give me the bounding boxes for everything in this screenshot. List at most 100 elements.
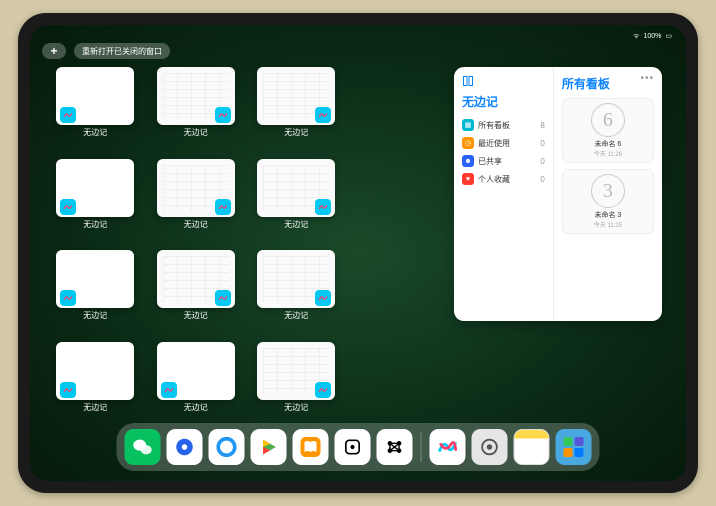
thumbnail-preview [56, 159, 134, 217]
sidebar-item-count: 0 [540, 175, 544, 184]
grid-icon: ▦ [462, 119, 474, 131]
more-icon[interactable]: ••• [640, 73, 654, 84]
thumbnail-preview [157, 250, 235, 308]
dock-app-wechat[interactable] [125, 429, 161, 465]
sidebar-item-count: 0 [540, 139, 544, 148]
sidebar-icon [462, 75, 474, 87]
dock-app-folder[interactable] [556, 429, 592, 465]
freeform-app-icon [315, 199, 331, 215]
ipad-frame: ᯤ 100% ▭ + 重新打开已关闭的窗口 无边记无边记无边记无边记无边记无边记… [18, 13, 698, 493]
status-right: ᯤ 100% ▭ [633, 32, 672, 41]
freeform-app-icon [215, 290, 231, 306]
thumbnail-preview [257, 342, 335, 400]
freeform-app-icon [215, 107, 231, 123]
thumbnail-preview [157, 342, 235, 400]
battery-icon: ▭ [665, 32, 672, 40]
freeform-app-icon [215, 199, 231, 215]
clock-icon: ◷ [462, 137, 474, 149]
dock-app-books[interactable] [293, 429, 329, 465]
thumbnail-label: 无边记 [83, 402, 107, 413]
main-area: 无边记无边记无边记无边记无边记无边记无边记无边记无边记无边记无边记无边记 •••… [54, 67, 662, 421]
sidebar-item-clock[interactable]: ◷ 最近使用 0 [462, 134, 545, 152]
sidebar-item-grid[interactable]: ▦ 所有看板 8 [462, 116, 545, 134]
board-thumbnail: 6 [591, 103, 625, 137]
dock-app-play[interactable] [251, 429, 287, 465]
board-card[interactable]: 6 未命名 6今天 11:26 [562, 98, 654, 163]
window-thumbnail[interactable]: 无边记 [155, 159, 238, 239]
thumbnail-preview [157, 159, 235, 217]
sidebar-item-label: 最近使用 [478, 138, 510, 149]
dock [117, 423, 600, 471]
board-time: 今天 11:25 [594, 220, 622, 229]
reopen-closed-window-button[interactable]: 重新打开已关闭的窗口 [74, 43, 170, 59]
sidebar-item-heart[interactable]: ♥ 个人收藏 0 [462, 170, 545, 188]
window-thumbnail[interactable]: 无边记 [155, 67, 238, 147]
sidebar-item-label: 个人收藏 [478, 174, 510, 185]
thumbnail-label: 无边记 [284, 310, 308, 321]
dock-app-settings[interactable] [472, 429, 508, 465]
board-name: 未命名 3 [594, 210, 621, 220]
dock-app-hex[interactable] [377, 429, 413, 465]
window-thumbnail[interactable]: 无边记 [255, 67, 338, 147]
window-thumbnail[interactable]: 无边记 [255, 159, 338, 239]
thumbnail-preview [257, 250, 335, 308]
thumbnail-label: 无边记 [83, 219, 107, 230]
board-card[interactable]: 3 未命名 3今天 11:25 [562, 169, 654, 234]
thumbnail-label: 无边记 [184, 310, 208, 321]
panel-sidebar: 无边记 ▦ 所有看板 8 ◷ 最近使用 0 ☻ 已共享 0 ♥ 个人收藏 0 [454, 67, 554, 321]
board-thumbnail: 3 [591, 174, 625, 208]
freeform-app-icon [315, 290, 331, 306]
thumbnail-label: 无边记 [83, 310, 107, 321]
thumbnail-label: 无边记 [184, 219, 208, 230]
ipad-screen: ᯤ 100% ▭ + 重新打开已关闭的窗口 无边记无边记无边记无边记无边记无边记… [30, 25, 686, 481]
thumbnail-label: 无边记 [284, 127, 308, 138]
window-thumbnail[interactable]: 无边记 [255, 250, 338, 330]
window-thumbnail[interactable]: 无边记 [155, 250, 238, 330]
freeform-app-panel[interactable]: ••• 无边记 ▦ 所有看板 8 ◷ 最近使用 0 ☻ 已共享 0 ♥ 个人收藏 0 所有看板 6 未命… [454, 67, 662, 321]
sidebar-item-people[interactable]: ☻ 已共享 0 [462, 152, 545, 170]
thumbnail-label: 无边记 [184, 402, 208, 413]
thumbnail-preview [56, 67, 134, 125]
top-controls: + 重新打开已关闭的窗口 [42, 43, 170, 59]
dock-app-qcircle[interactable] [209, 429, 245, 465]
window-thumbnail[interactable]: 无边记 [54, 159, 137, 239]
board-time: 今天 11:26 [594, 149, 622, 158]
freeform-app-icon [315, 107, 331, 123]
window-thumbnail[interactable]: 无边记 [54, 342, 137, 422]
freeform-app-icon [315, 382, 331, 398]
thumbnail-preview [56, 250, 134, 308]
sidebar-item-label: 已共享 [478, 156, 502, 167]
dock-app-freeform[interactable] [430, 429, 466, 465]
window-thumbnail[interactable]: 无边记 [54, 67, 137, 147]
thumbnail-preview [257, 159, 335, 217]
people-icon: ☻ [462, 155, 474, 167]
window-thumbnail-grid: 无边记无边记无边记无边记无边记无边记无边记无边记无边记无边记无边记无边记 [54, 67, 438, 421]
freeform-app-icon [60, 199, 76, 215]
thumbnail-label: 无边记 [284, 402, 308, 413]
status-bar: ᯤ 100% ▭ [30, 29, 686, 43]
new-window-button[interactable]: + [42, 43, 66, 59]
dock-app-dice[interactable] [335, 429, 371, 465]
wifi-icon: ᯤ [633, 32, 639, 41]
dock-app-notes[interactable] [514, 429, 550, 465]
board-name: 未命名 6 [594, 139, 621, 149]
freeform-app-icon [60, 290, 76, 306]
freeform-app-icon [161, 382, 177, 398]
sidebar-item-count: 0 [540, 157, 544, 166]
sidebar-item-count: 8 [540, 121, 544, 130]
panel-app-title: 无边记 [462, 93, 545, 110]
window-thumbnail[interactable]: 无边记 [54, 250, 137, 330]
window-thumbnail[interactable]: 无边记 [255, 342, 338, 422]
dock-separator [421, 432, 422, 462]
freeform-app-icon [60, 382, 76, 398]
thumbnail-label: 无边记 [83, 127, 107, 138]
thumbnail-label: 无边记 [184, 127, 208, 138]
sidebar-item-label: 所有看板 [478, 120, 510, 131]
panel-header [462, 75, 545, 87]
thumbnail-preview [257, 67, 335, 125]
panel-content: 所有看板 6未命名 6今天 11:263未命名 3今天 11:25 [554, 67, 662, 321]
heart-icon: ♥ [462, 173, 474, 185]
dock-app-qblue[interactable] [167, 429, 203, 465]
freeform-app-icon [60, 107, 76, 123]
window-thumbnail[interactable]: 无边记 [155, 342, 238, 422]
